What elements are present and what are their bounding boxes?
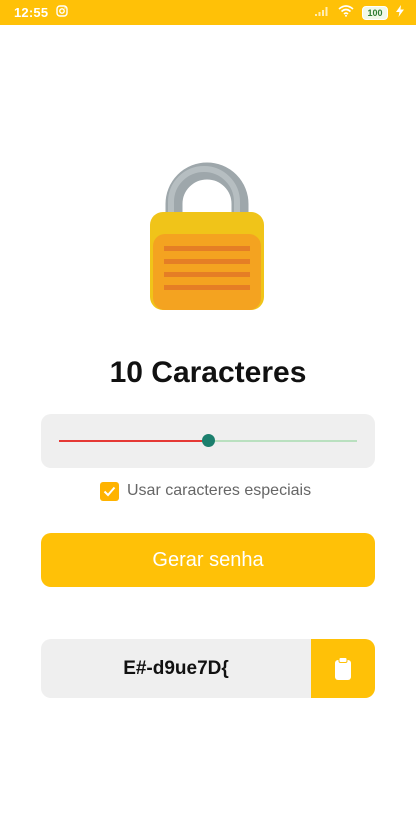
charging-icon [396,5,404,20]
status-left: 12:55 [0,5,68,20]
length-title: 10 Caracteres [109,356,307,389]
generate-password-button[interactable]: Gerar senha [41,533,375,587]
wifi-icon [338,5,354,20]
special-chars-option[interactable]: Usar caracteres especiais [100,480,311,502]
clipboard-icon [335,656,351,680]
slider-active-track [59,440,208,442]
special-chars-checkbox[interactable] [100,481,119,501]
battery-level: 100 [367,7,383,18]
battery-icon: 100 [362,5,388,20]
slider-thumb[interactable] [201,434,215,447]
padlock-icon [148,162,266,312]
instagram-icon [56,5,68,20]
length-slider[interactable] [41,414,375,468]
generated-password: E#-d9ue7D{ [123,657,229,679]
special-chars-label: Usar caracteres especiais [127,482,312,499]
status-time: 12:55 [14,5,49,20]
slider-inactive-track [208,440,357,442]
password-output: E#-d9ue7D{ [41,639,375,698]
check-icon [103,486,116,496]
status-bar: 12:55 100 [0,0,416,25]
copy-password-button[interactable] [311,639,375,698]
status-right: 100 [314,5,416,20]
signal-icon [314,5,330,20]
